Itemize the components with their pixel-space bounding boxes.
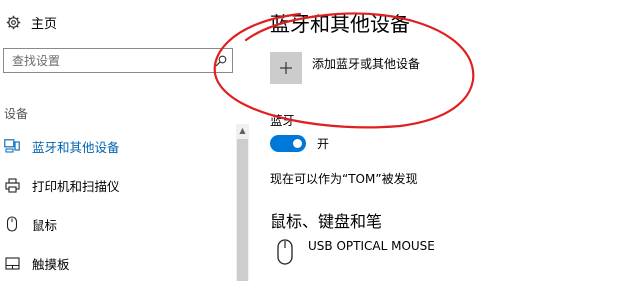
scroll-up-arrow-icon[interactable]: ▲ [236, 124, 249, 137]
sidebar-scrollbar[interactable]: ▲ [236, 124, 249, 281]
scrollbar-thumb[interactable] [237, 139, 248, 281]
bluetooth-heading: 蓝牙 [270, 113, 296, 128]
search-icon[interactable] [210, 50, 232, 72]
mouse-icon [3, 215, 21, 233]
printer-icon [3, 176, 21, 194]
sidebar-item-label: 蓝牙和其他设备 [32, 139, 120, 155]
sidebar-item-mouse[interactable]: 鼠标 [0, 211, 234, 237]
add-device-button[interactable]: 添加蓝牙或其他设备 [270, 52, 420, 84]
device-item[interactable]: USB OPTICAL MOUSE [270, 238, 435, 270]
gear-icon [4, 13, 22, 31]
home-label: 主页 [31, 16, 58, 32]
sidebar-item-printers[interactable]: 打印机和扫描仪 [0, 172, 234, 198]
toggle-knob [293, 139, 302, 148]
discoverable-status: 现在可以作为“TOM”被发现 [270, 172, 418, 186]
section-title-mouse-keyboard-pen: 鼠标、键盘和笔 [270, 212, 383, 231]
bluetooth-toggle[interactable] [270, 135, 306, 152]
add-device-label: 添加蓝牙或其他设备 [312, 57, 421, 71]
home-link[interactable]: 主页 [4, 11, 57, 33]
search-field[interactable] [3, 48, 233, 73]
page-title: 蓝牙和其他设备 [270, 12, 410, 36]
device-name: USB OPTICAL MOUSE [308, 239, 435, 253]
sidebar-item-bluetooth[interactable]: 蓝牙和其他设备 [0, 133, 234, 159]
touchpad-icon [3, 254, 21, 272]
sidebar-item-label: 触摸板 [32, 256, 70, 272]
plus-icon[interactable] [270, 52, 302, 84]
sidebar: 主页 设备 蓝牙和其他设备 打印机和扫 [0, 0, 250, 281]
toggle-state-label: 开 [317, 137, 330, 151]
sidebar-item-label: 鼠标 [32, 217, 58, 233]
bluetooth-devices-icon [3, 137, 21, 155]
sidebar-item-touchpad[interactable]: 触摸板 [0, 250, 234, 276]
section-title-devices: 设备 [4, 107, 29, 121]
bluetooth-toggle-row: 开 [270, 135, 329, 152]
sidebar-item-label: 打印机和扫描仪 [32, 178, 120, 194]
mouse-icon [270, 238, 300, 270]
search-input[interactable] [4, 52, 210, 69]
main-content: 蓝牙和其他设备 添加蓝牙或其他设备 蓝牙 开 现在可以作为“TOM”被发现 鼠标… [268, 0, 620, 281]
